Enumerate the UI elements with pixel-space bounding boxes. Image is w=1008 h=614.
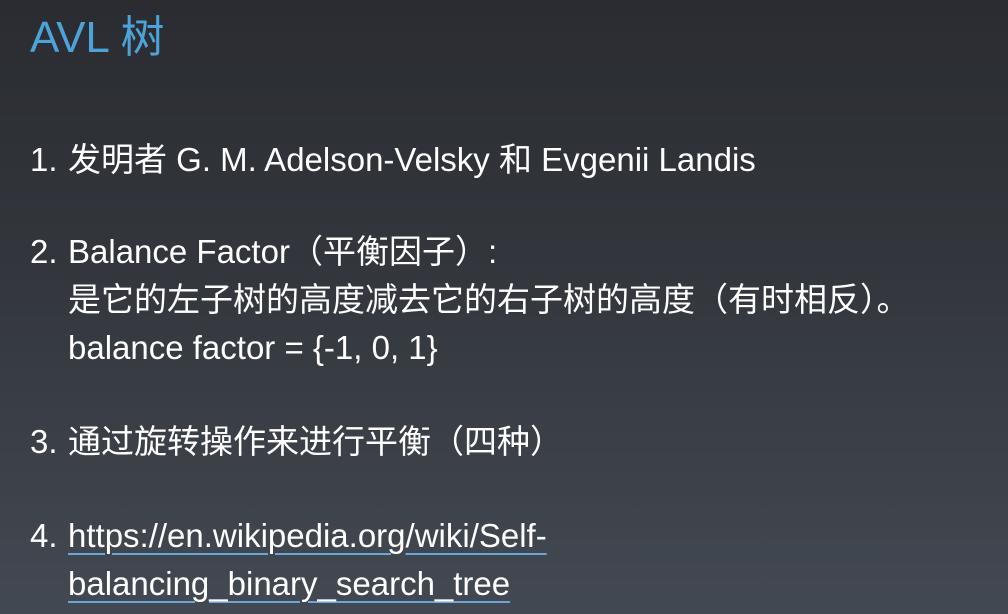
slide: AVL 树 1. 发明者 G. M. Adelson-Velsky 和 Evgen… xyxy=(0,0,1008,614)
wikipedia-link-part-1[interactable]: https://en.wikipedia.org/wiki/Self- xyxy=(68,517,547,554)
list-number-1: 1. xyxy=(30,141,58,178)
wikipedia-link-line-2: balancing_binary_search_tree xyxy=(30,560,547,608)
wikipedia-link-part-2[interactable]: balancing_binary_search_tree xyxy=(68,565,510,602)
list-number-3: 3. xyxy=(30,423,58,460)
slide-title: AVL 树 xyxy=(30,13,165,62)
list-item-1-text: 发明者 G. M. Adelson-Velsky 和 Evgenii Landi… xyxy=(68,141,756,178)
list-item-4-line-1: 4. https://en.wikipedia.org/wiki/Self- xyxy=(30,512,547,560)
list-item-4: 4. https://en.wikipedia.org/wiki/Self- ba… xyxy=(30,512,547,608)
list-item-3-line: 3. 通过旋转操作来进行平衡（四种） xyxy=(30,418,563,466)
list-item-3: 3. 通过旋转操作来进行平衡（四种） xyxy=(30,418,563,466)
balance-factor-values: balance factor = {-1, 0, 1} xyxy=(68,329,438,366)
list-number-4: 4. xyxy=(30,517,58,554)
rotation-text: 通过旋转操作来进行平衡（四种） xyxy=(68,423,563,460)
list-number-2: 2. xyxy=(30,233,58,270)
balance-factor-heading: Balance Factor（平衡因子）: xyxy=(68,233,498,270)
list-item-2: 2. Balance Factor（平衡因子）: 是它的左子树的高度减去它的右子树… xyxy=(30,228,910,372)
list-item-2-line-1: 2. Balance Factor（平衡因子）: xyxy=(30,228,910,276)
list-item-1: 1. 发明者 G. M. Adelson-Velsky 和 Evgenii Lan… xyxy=(30,136,756,184)
list-item-1-line: 1. 发明者 G. M. Adelson-Velsky 和 Evgenii Lan… xyxy=(30,136,756,184)
balance-factor-definition: 是它的左子树的高度减去它的右子树的高度（有时相反）。 xyxy=(68,281,910,318)
